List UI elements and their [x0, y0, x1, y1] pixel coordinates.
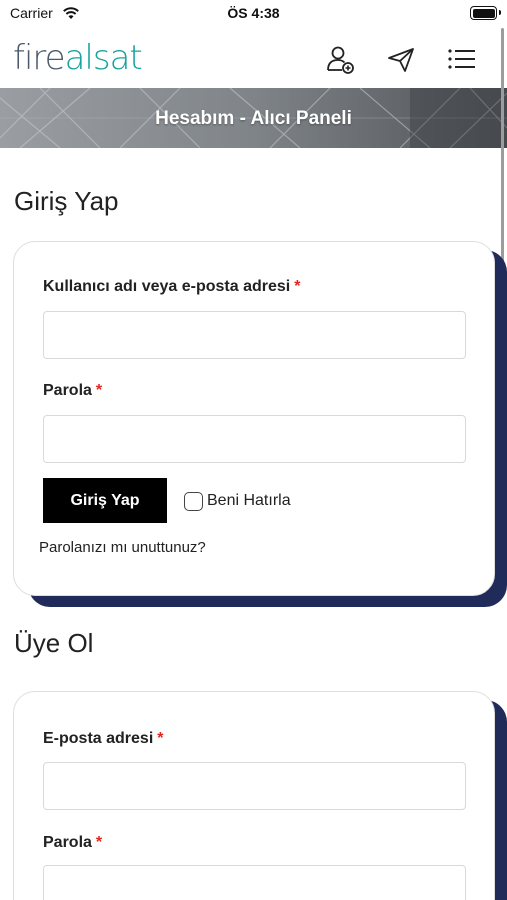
required-mark: * [95, 382, 103, 399]
page-title: Hesabım - Alıcı Paneli [155, 108, 352, 129]
register-card: E-posta adresi * Parola * [13, 691, 495, 900]
login-card: Kullanıcı adı veya e-posta adresi * Parol… [13, 241, 495, 596]
status-bar: Carrier ÖS 4:38 [0, 0, 507, 28]
password-label: Parola * [43, 382, 102, 400]
password-input[interactable] [43, 415, 466, 463]
user-add-icon[interactable] [325, 44, 355, 74]
logo-part-1: fire [13, 38, 66, 78]
battery-icon [470, 6, 501, 20]
register-password-input[interactable] [43, 865, 466, 900]
hero-banner: Hesabım - Alıcı Paneli [0, 88, 507, 148]
register-password-label: Parola * [43, 834, 102, 852]
required-mark: * [157, 730, 164, 747]
username-input[interactable] [43, 311, 466, 359]
required-mark: * [95, 834, 103, 851]
email-label-text: E-posta adresi [43, 730, 154, 747]
checkbox-box[interactable] [184, 491, 203, 511]
logo[interactable]: firealsat [13, 38, 143, 78]
remember-me-checkbox[interactable]: Beni Hatırla [184, 490, 291, 512]
send-icon[interactable] [386, 44, 416, 74]
email-input[interactable] [43, 762, 466, 810]
app-header: firealsat [0, 28, 507, 88]
clock: ÖS 4:38 [227, 5, 280, 21]
lost-password-link[interactable]: Parolanızı mı unuttunuz? [39, 539, 206, 556]
email-label: E-posta adresi * [43, 730, 164, 748]
remember-me-label[interactable]: Beni Hatırla [207, 492, 291, 510]
logo-part-2: alsat [64, 38, 143, 78]
login-section-title: Giriş Yap [14, 186, 119, 216]
username-label: Kullanıcı adı veya e-posta adresi * [43, 278, 300, 296]
hamburger-menu-icon[interactable] [447, 44, 477, 74]
register-password-label-text: Parola [43, 834, 92, 851]
register-section-title: Üye Ol [14, 628, 94, 658]
username-label-text: Kullanıcı adı veya e-posta adresi [43, 278, 291, 295]
password-label-text: Parola [43, 382, 92, 399]
login-button[interactable]: Giriş Yap [43, 478, 167, 523]
required-mark: * [294, 278, 301, 295]
